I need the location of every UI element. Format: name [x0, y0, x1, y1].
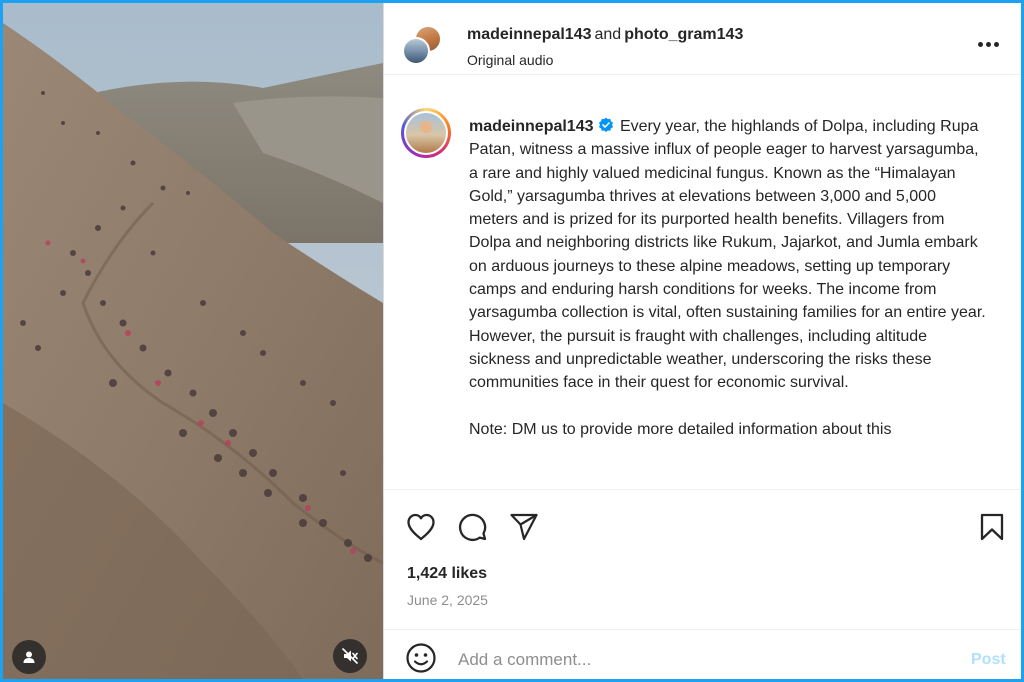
audio-link[interactable]: Original audio [467, 52, 553, 68]
caption-section[interactable]: madeinnepal143 Every year, the highlands… [384, 75, 1021, 489]
likes-count[interactable]: 1,424 likes [407, 565, 487, 583]
mountain-slope-image [3, 3, 383, 679]
comment-bubble-icon [458, 513, 487, 541]
avatar[interactable] [402, 37, 430, 65]
post-video[interactable] [3, 3, 383, 679]
comment-button[interactable] [456, 510, 490, 544]
post-window: madeinnepal143 and photo_gram143 Original … [3, 3, 1021, 679]
emoji-smile-icon [406, 643, 436, 673]
caption-username-link[interactable]: madeinnepal143 [469, 118, 594, 135]
speaker-muted-icon [342, 648, 358, 664]
more-options-icon[interactable] [978, 37, 1002, 51]
mute-toggle-button[interactable] [333, 639, 367, 673]
post-side-panel: madeinnepal143 and photo_gram143 Original … [384, 3, 1021, 679]
collab-usernames: madeinnepal143 and photo_gram143 [467, 26, 743, 44]
save-button[interactable] [975, 510, 1009, 544]
verified-badge-icon [598, 117, 613, 132]
post-date[interactable]: June 2, 2025 [407, 592, 488, 608]
comment-input[interactable] [458, 642, 938, 678]
emoji-picker-button[interactable] [405, 642, 437, 674]
share-button[interactable] [507, 510, 541, 544]
paper-plane-icon [510, 513, 538, 541]
bookmark-icon [980, 513, 1004, 541]
like-button[interactable] [404, 510, 438, 544]
post-comment-button[interactable]: Post [971, 651, 1006, 669]
author-username-link[interactable]: madeinnepal143 [467, 26, 592, 43]
heart-icon [407, 513, 435, 541]
collaborator-username-link[interactable]: photo_gram143 [624, 26, 743, 43]
post-header: madeinnepal143 and photo_gram143 Original … [384, 3, 1021, 75]
comment-composer: Post [384, 629, 1021, 679]
tagged-users-button[interactable] [12, 640, 46, 674]
collab-avatars[interactable] [402, 25, 442, 69]
avatar[interactable] [401, 108, 451, 158]
connector-text: and [594, 26, 622, 43]
caption-body: Every year, the highlands of Dolpa, incl… [469, 118, 991, 392]
action-bar: 1,424 likes June 2, 2025 [384, 489, 1021, 629]
caption-note: Note: DM us to provide more detailed inf… [469, 420, 892, 438]
user-tag-icon [23, 651, 35, 663]
caption-text: madeinnepal143 Every year, the highlands… [469, 115, 989, 441]
